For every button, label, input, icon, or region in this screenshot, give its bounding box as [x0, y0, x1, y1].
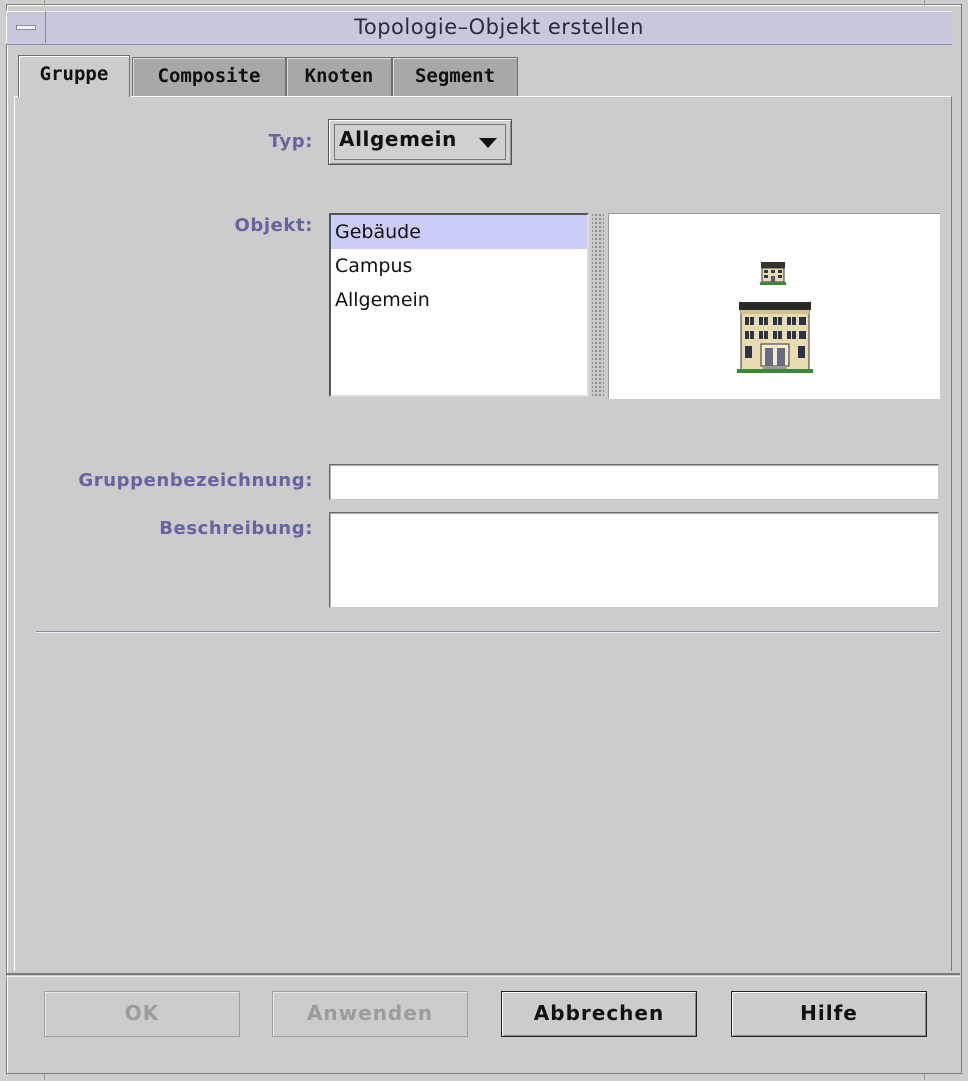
- icon-preview: [608, 213, 940, 399]
- beschreibung-textarea[interactable]: [329, 512, 939, 608]
- list-item-campus[interactable]: Campus: [331, 249, 587, 283]
- tab-segment[interactable]: Segment: [392, 57, 518, 97]
- window-title: Topologie–Objekt erstellen: [354, 15, 644, 39]
- frame-corner-mark: [44, 1074, 45, 1080]
- tab-composite[interactable]: Composite: [132, 57, 286, 97]
- typ-label: Typ:: [268, 131, 313, 152]
- tab-knoten[interactable]: Knoten: [286, 57, 392, 97]
- tab-gruppe[interactable]: Gruppe: [18, 55, 130, 97]
- gruppenbezeichnung-label: Gruppenbezeichnung:: [78, 470, 313, 491]
- apply-button[interactable]: Anwenden: [272, 991, 468, 1037]
- ok-button[interactable]: OK: [44, 991, 240, 1037]
- window-menu-button[interactable]: [6, 11, 46, 43]
- help-button[interactable]: Hilfe: [731, 991, 927, 1037]
- building-icon: [737, 262, 813, 373]
- splitter-handle[interactable]: [592, 213, 604, 397]
- objekt-label: Objekt:: [234, 215, 313, 236]
- list-item-allgemein[interactable]: Allgemein: [331, 283, 587, 317]
- typ-dropdown-value: Allgemein: [339, 127, 457, 151]
- frame-corner-mark: [924, 0, 925, 6]
- beschreibung-label: Beschreibung:: [159, 518, 313, 539]
- window-menu-icon: [16, 25, 36, 30]
- frame-corner-mark: [44, 0, 45, 6]
- list-item-gebaeude[interactable]: Gebäude: [331, 215, 587, 249]
- gruppenbezeichnung-input[interactable]: [329, 464, 939, 500]
- section-divider: [36, 631, 940, 633]
- chevron-down-icon: [479, 138, 497, 148]
- button-bar-divider: [6, 973, 960, 977]
- typ-dropdown[interactable]: Allgemein: [328, 119, 512, 165]
- cancel-button[interactable]: Abbrechen: [501, 991, 697, 1037]
- objekt-list[interactable]: Gebäude Campus Allgemein: [329, 213, 589, 397]
- frame-corner-mark: [924, 1074, 925, 1080]
